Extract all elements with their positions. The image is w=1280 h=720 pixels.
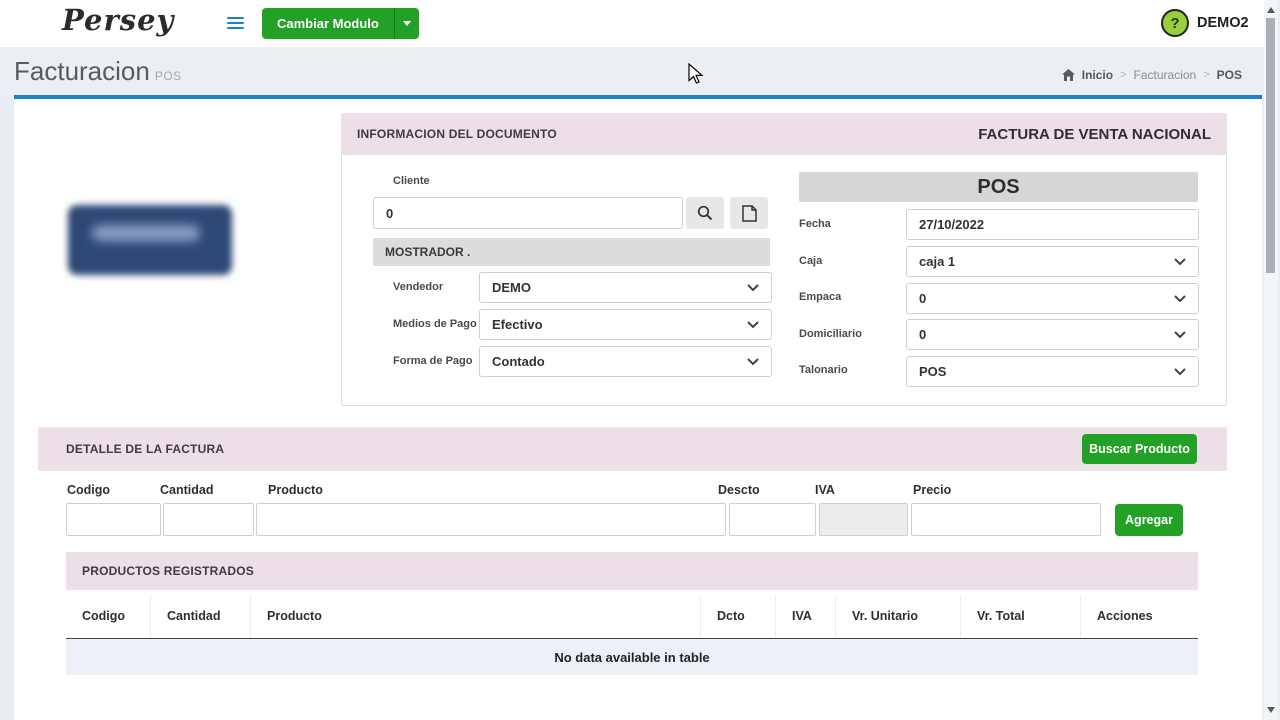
breadcrumb-separator: > bbox=[1120, 69, 1126, 81]
vendedor-label: Vendedor bbox=[393, 281, 443, 293]
document-info-panel: INFORMACION DEL DOCUMENTO FACTURA DE VEN… bbox=[341, 113, 1227, 406]
main-content: INFORMACION DEL DOCUMENTO FACTURA DE VEN… bbox=[14, 99, 1262, 720]
producto-input[interactable] bbox=[256, 503, 726, 536]
iva-input bbox=[819, 503, 908, 536]
empty-table-message: No data available in table bbox=[66, 639, 1198, 675]
page-title: Facturacion POS bbox=[14, 56, 182, 87]
medios-pago-label: Medios de Pago bbox=[393, 318, 477, 330]
col-vr-unitario[interactable]: Vr. Unitario bbox=[835, 596, 960, 638]
breadcrumb-pos: POS bbox=[1217, 68, 1242, 82]
cantidad-input[interactable] bbox=[163, 503, 254, 536]
caja-value: caja 1 bbox=[919, 254, 955, 269]
hamburger-menu-icon[interactable] bbox=[227, 17, 244, 30]
user-menu[interactable]: DEMO2 bbox=[1197, 15, 1249, 31]
agregar-button[interactable]: Agregar bbox=[1115, 504, 1183, 536]
forma-pago-label: Forma de Pago bbox=[393, 355, 472, 367]
scrollbar-thumb[interactable] bbox=[1266, 18, 1275, 273]
productos-registrados-title: PRODUCTOS REGISTRADOS bbox=[82, 564, 254, 578]
document-info-title: INFORMACION DEL DOCUMENTO bbox=[357, 127, 557, 141]
vertical-scrollbar[interactable] bbox=[1264, 0, 1278, 720]
medios-pago-value: Efectivo bbox=[492, 317, 543, 332]
empaca-label: Empaca bbox=[799, 291, 841, 303]
page-title-text: Facturacion bbox=[14, 56, 150, 86]
chevron-down-icon bbox=[747, 284, 759, 292]
precio-input[interactable] bbox=[911, 503, 1101, 536]
detalle-col-producto: Producto bbox=[268, 483, 323, 497]
brand-logo[interactable]: Persey bbox=[62, 3, 174, 37]
home-icon bbox=[1062, 69, 1075, 81]
chevron-down-icon bbox=[1174, 295, 1186, 303]
detalle-col-iva: IVA bbox=[815, 483, 835, 497]
change-module-dropdown-toggle[interactable] bbox=[394, 8, 419, 39]
descto-input[interactable] bbox=[729, 503, 816, 536]
caret-down-icon bbox=[403, 21, 411, 26]
col-cantidad[interactable]: Cantidad bbox=[150, 596, 250, 638]
help-icon[interactable]: ? bbox=[1161, 9, 1189, 37]
col-vr-total[interactable]: Vr. Total bbox=[960, 596, 1080, 638]
col-dcto[interactable]: Dcto bbox=[700, 596, 775, 638]
domiciliario-value: 0 bbox=[919, 327, 926, 342]
detalle-col-precio: Precio bbox=[913, 483, 951, 497]
talonario-select[interactable]: POS bbox=[906, 356, 1199, 387]
page-header: Facturacion POS Inicio > Facturacion > PO… bbox=[0, 47, 1264, 95]
breadcrumb-inicio[interactable]: Inicio bbox=[1082, 68, 1113, 82]
empaca-select[interactable]: 0 bbox=[906, 283, 1199, 314]
page-subtitle: POS bbox=[155, 69, 182, 83]
chevron-down-icon bbox=[747, 358, 759, 366]
scroll-up-arrow-icon[interactable] bbox=[1267, 7, 1275, 13]
detalle-col-descto: Descto bbox=[718, 483, 760, 497]
document-type-label: FACTURA DE VENTA NACIONAL bbox=[978, 126, 1211, 143]
chevron-down-icon bbox=[1174, 258, 1186, 266]
document-info-header: INFORMACION DEL DOCUMENTO FACTURA DE VEN… bbox=[341, 113, 1227, 155]
domiciliario-select[interactable]: 0 bbox=[906, 319, 1199, 350]
detalle-col-cantidad: Cantidad bbox=[160, 483, 213, 497]
talonario-label: Talonario bbox=[799, 364, 848, 376]
talonario-value: POS bbox=[919, 364, 946, 379]
breadcrumb-facturacion[interactable]: Facturacion bbox=[1134, 68, 1197, 82]
scroll-down-arrow-icon[interactable] bbox=[1267, 707, 1275, 713]
detalle-col-codigo: Codigo bbox=[67, 483, 110, 497]
change-module-button[interactable]: Cambiar Modulo bbox=[262, 8, 394, 39]
pos-type-bar: POS bbox=[799, 172, 1198, 202]
detalle-factura-title: DETALLE DE LA FACTURA bbox=[66, 442, 224, 456]
col-codigo[interactable]: Codigo bbox=[66, 596, 150, 638]
fecha-label: Fecha bbox=[799, 218, 831, 230]
col-producto[interactable]: Producto bbox=[250, 596, 700, 638]
forma-pago-select[interactable]: Contado bbox=[479, 346, 772, 377]
productos-table-header: Codigo Cantidad Producto Dcto IVA Vr. Un… bbox=[66, 596, 1198, 639]
document-info-body: Cliente MOSTRADOR . Vendedor DEMO Medios… bbox=[341, 155, 1227, 406]
empaca-value: 0 bbox=[919, 291, 926, 306]
cliente-display-bar: MOSTRADOR . bbox=[373, 238, 770, 266]
chevron-down-icon bbox=[747, 321, 759, 329]
file-icon bbox=[742, 205, 757, 222]
vendedor-select[interactable]: DEMO bbox=[479, 272, 772, 303]
breadcrumb: Inicio > Facturacion > POS bbox=[1062, 68, 1242, 82]
fecha-input[interactable] bbox=[906, 209, 1199, 240]
search-icon bbox=[697, 205, 713, 221]
chevron-down-icon bbox=[1174, 331, 1186, 339]
productos-registrados-panel: PRODUCTOS REGISTRADOS Codigo Cantidad Pr… bbox=[66, 552, 1198, 675]
forma-pago-value: Contado bbox=[492, 354, 545, 369]
productos-registrados-header: PRODUCTOS REGISTRADOS bbox=[66, 552, 1198, 590]
col-iva[interactable]: IVA bbox=[775, 596, 835, 638]
buscar-producto-button[interactable]: Buscar Producto bbox=[1082, 434, 1197, 464]
caja-label: Caja bbox=[799, 255, 822, 267]
company-logo-blurred bbox=[68, 205, 232, 275]
medios-pago-select[interactable]: Efectivo bbox=[479, 309, 772, 340]
breadcrumb-separator: > bbox=[1203, 69, 1209, 81]
vendedor-value: DEMO bbox=[492, 280, 531, 295]
domiciliario-label: Domiciliario bbox=[799, 328, 862, 340]
chevron-down-icon bbox=[1174, 368, 1186, 376]
codigo-input[interactable] bbox=[66, 503, 161, 536]
detalle-factura-header: DETALLE DE LA FACTURA Buscar Producto bbox=[38, 427, 1227, 471]
caja-select[interactable]: caja 1 bbox=[906, 246, 1199, 277]
new-document-button[interactable] bbox=[730, 197, 768, 229]
cliente-label: Cliente bbox=[393, 175, 430, 187]
change-module-split-button: Cambiar Modulo bbox=[262, 8, 419, 39]
top-navbar: Persey Cambiar Modulo ? DEMO2 bbox=[0, 0, 1264, 47]
col-acciones[interactable]: Acciones bbox=[1080, 596, 1198, 638]
cliente-input[interactable] bbox=[373, 197, 683, 229]
search-client-button[interactable] bbox=[686, 197, 724, 229]
